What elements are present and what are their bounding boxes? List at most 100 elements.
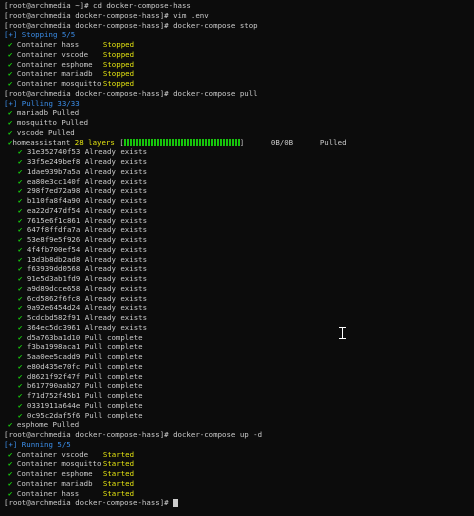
terminal-window[interactable]: { "prompts": [ {"text": "[root@archmedia… <box>0 0 474 516</box>
layer-text: ea80e3cc140f Already exists <box>26 176 148 186</box>
container-status: Stopped <box>102 49 135 59</box>
layer-text: 1dae939b7a5a Already exists <box>26 166 148 176</box>
check-icon: ✔ <box>18 400 23 410</box>
layer-text: e80d435e70fc Pull complete <box>26 361 143 371</box>
layer-text: ea22d747df54 Already exists <box>26 205 148 215</box>
service-status-text: mosquitto Pulled <box>16 118 89 127</box>
check-icon: ✔ <box>18 283 23 293</box>
layer-row: ✔ ea80e3cc140f Already exists <box>4 177 474 187</box>
layer-row: ✔ 91e5d3ab1fd9 Already exists <box>4 274 474 284</box>
check-icon: ✔ <box>18 147 23 157</box>
layer-row: ✔ 1dae939b7a5a Already exists <box>4 167 474 177</box>
check-icon: ✔ <box>8 449 13 459</box>
homeassistant-pull-line: ✔homeassistant 28 layers [] 0B/0B Pulled <box>4 138 474 148</box>
prompt-line: [root@archmedia docker-compose-hass]# do… <box>4 20 258 30</box>
check-icon: ✔ <box>8 79 13 88</box>
service-pulled-row: ✔ vscode Pulled <box>4 128 474 138</box>
prompt-line: [root@archmedia docker-compose-hass]# do… <box>4 430 263 439</box>
layer-row: ✔ 0c95c2daf5f6 Pull complete <box>4 411 474 421</box>
check-icon: ✔ <box>18 410 23 420</box>
container-name: Container vscode <box>16 49 89 59</box>
check-icon: ✔ <box>8 69 13 79</box>
container-status-row: ✔ Container vscode Started <box>4 450 474 460</box>
progress-bar <box>123 139 240 146</box>
service-pulled-row: ✔ mariadb Pulled <box>4 108 474 118</box>
check-icon: ✔ <box>8 478 13 488</box>
check-icon: ✔ <box>18 157 23 166</box>
layer-text: 13d3b8db2ad8 Already exists <box>26 254 148 264</box>
layer-row: ✔ a9d89dcce658 Already exists <box>4 284 474 294</box>
layer-text: 5cdcbd582f91 Already exists <box>26 313 148 322</box>
service-status-text: esphome Pulled <box>16 420 80 430</box>
container-status-row: ✔ Container mosquittoStarted <box>4 459 474 469</box>
container-status-row: ✔ Container mariadb Started <box>4 479 474 489</box>
run-header: [+] Running 5/5 <box>4 439 71 449</box>
layer-row: ✔ 7615e6f1c861 Already exists <box>4 216 474 226</box>
container-status: Started <box>102 459 135 469</box>
container-status: Started <box>102 469 135 478</box>
layer-row: ✔ 33f5e249bef8 Already exists <box>4 157 474 167</box>
layer-text: 4f4fb700ef54 Already exists <box>26 244 148 254</box>
check-icon: ✔ <box>8 118 13 127</box>
container-status-row: ✔ Container esphome Started <box>4 469 474 479</box>
layer-row: ✔ 9a92e6454d24 Already exists <box>4 303 474 313</box>
layer-text: 91e5d3ab1fd9 Already exists <box>26 274 148 283</box>
text-cursor <box>173 499 179 508</box>
check-icon: ✔ <box>18 381 23 391</box>
service-status-text: vscode Pulled <box>16 127 75 137</box>
check-icon: ✔ <box>8 127 13 137</box>
check-icon: ✔ <box>8 488 13 498</box>
layer-text: 6cd5862f6fc8 Already exists <box>26 293 148 303</box>
pull-services-after: ✔ esphome Pulled <box>4 420 474 430</box>
container-status-row: ✔ Container esphome Stopped <box>4 60 474 70</box>
service-status-text: mariadb Pulled <box>16 108 80 118</box>
check-icon: ✔ <box>18 371 23 381</box>
pull-header: [+] Pulling 33/33 <box>4 98 80 108</box>
prompt-line: [root@archmedia docker-compose-hass]# vi… <box>4 10 209 20</box>
layer-text: 53e8f9e5f926 Already exists <box>26 235 148 244</box>
check-icon: ✔ <box>18 166 23 176</box>
check-icon: ✔ <box>18 205 23 215</box>
layer-row: ✔ 31e352740f53 Already exists <box>4 147 474 157</box>
layer-text: d8621f92f47f Pull complete <box>26 371 143 381</box>
container-status: Started <box>102 449 135 459</box>
check-icon: ✔ <box>18 264 23 274</box>
layer-row: ✔ e80d435e70fc Pull complete <box>4 362 474 372</box>
layer-text: f71d752f45b1 Pull complete <box>26 391 143 400</box>
pull-services-before: ✔ mariadb Pulled ✔ mosquitto Pulled ✔ vsco… <box>4 108 474 137</box>
check-icon: ✔ <box>18 254 23 264</box>
check-icon: ✔ <box>8 108 13 118</box>
layer-list: ✔ 31e352740f53 Already exists ✔ 33f5e249b… <box>4 147 474 420</box>
layer-text: 31e352740f53 Already exists <box>26 147 148 157</box>
check-icon: ✔ <box>18 274 23 283</box>
prompt-line[interactable]: [root@archmedia docker-compose-hass]# <box>4 498 474 508</box>
check-icon: ✔ <box>8 469 13 478</box>
layer-text: f3ba1998aca1 Pull complete <box>26 342 143 352</box>
service-name: homeassistant <box>12 137 71 147</box>
check-icon: ✔ <box>18 303 23 313</box>
container-status: Started <box>102 488 135 498</box>
container-status: Stopped <box>102 40 135 49</box>
pull-status: Pulled <box>319 137 347 147</box>
check-icon: ✔ <box>18 235 23 244</box>
check-icon: ✔ <box>18 313 23 322</box>
layer-row: ✔ 0331911a644e Pull complete <box>4 401 474 411</box>
layer-text: b617790aab27 Pull complete <box>26 381 143 391</box>
check-icon: ✔ <box>18 361 23 371</box>
container-status-row: ✔ Container hass Stopped <box>4 40 474 50</box>
layer-row: ✔ 5aa0ee5cadd9 Pull complete <box>4 352 474 362</box>
container-status-row: ✔ Container vscode Stopped <box>4 50 474 60</box>
layer-text: b110fa8f4a90 Already exists <box>26 196 148 205</box>
layer-row: ✔ b617790aab27 Pull complete <box>4 381 474 391</box>
prompt-line: [root@archmedia docker-compose-hass]# do… <box>4 88 258 98</box>
run-list: ✔ Container vscode Started ✔ Container mos… <box>4 450 474 499</box>
container-name: Container hass <box>16 40 80 49</box>
check-icon: ✔ <box>18 176 23 186</box>
check-icon: ✔ <box>8 59 13 69</box>
container-name: Container esphome <box>16 59 93 69</box>
check-icon: ✔ <box>18 215 23 225</box>
layer-count: 28 layers <box>74 137 115 147</box>
prompt-text: [root@archmedia docker-compose-hass]# <box>4 498 174 508</box>
layer-row: ✔ 53e8f9e5f926 Already exists <box>4 235 474 245</box>
container-name: Container mariadb <box>16 69 93 79</box>
